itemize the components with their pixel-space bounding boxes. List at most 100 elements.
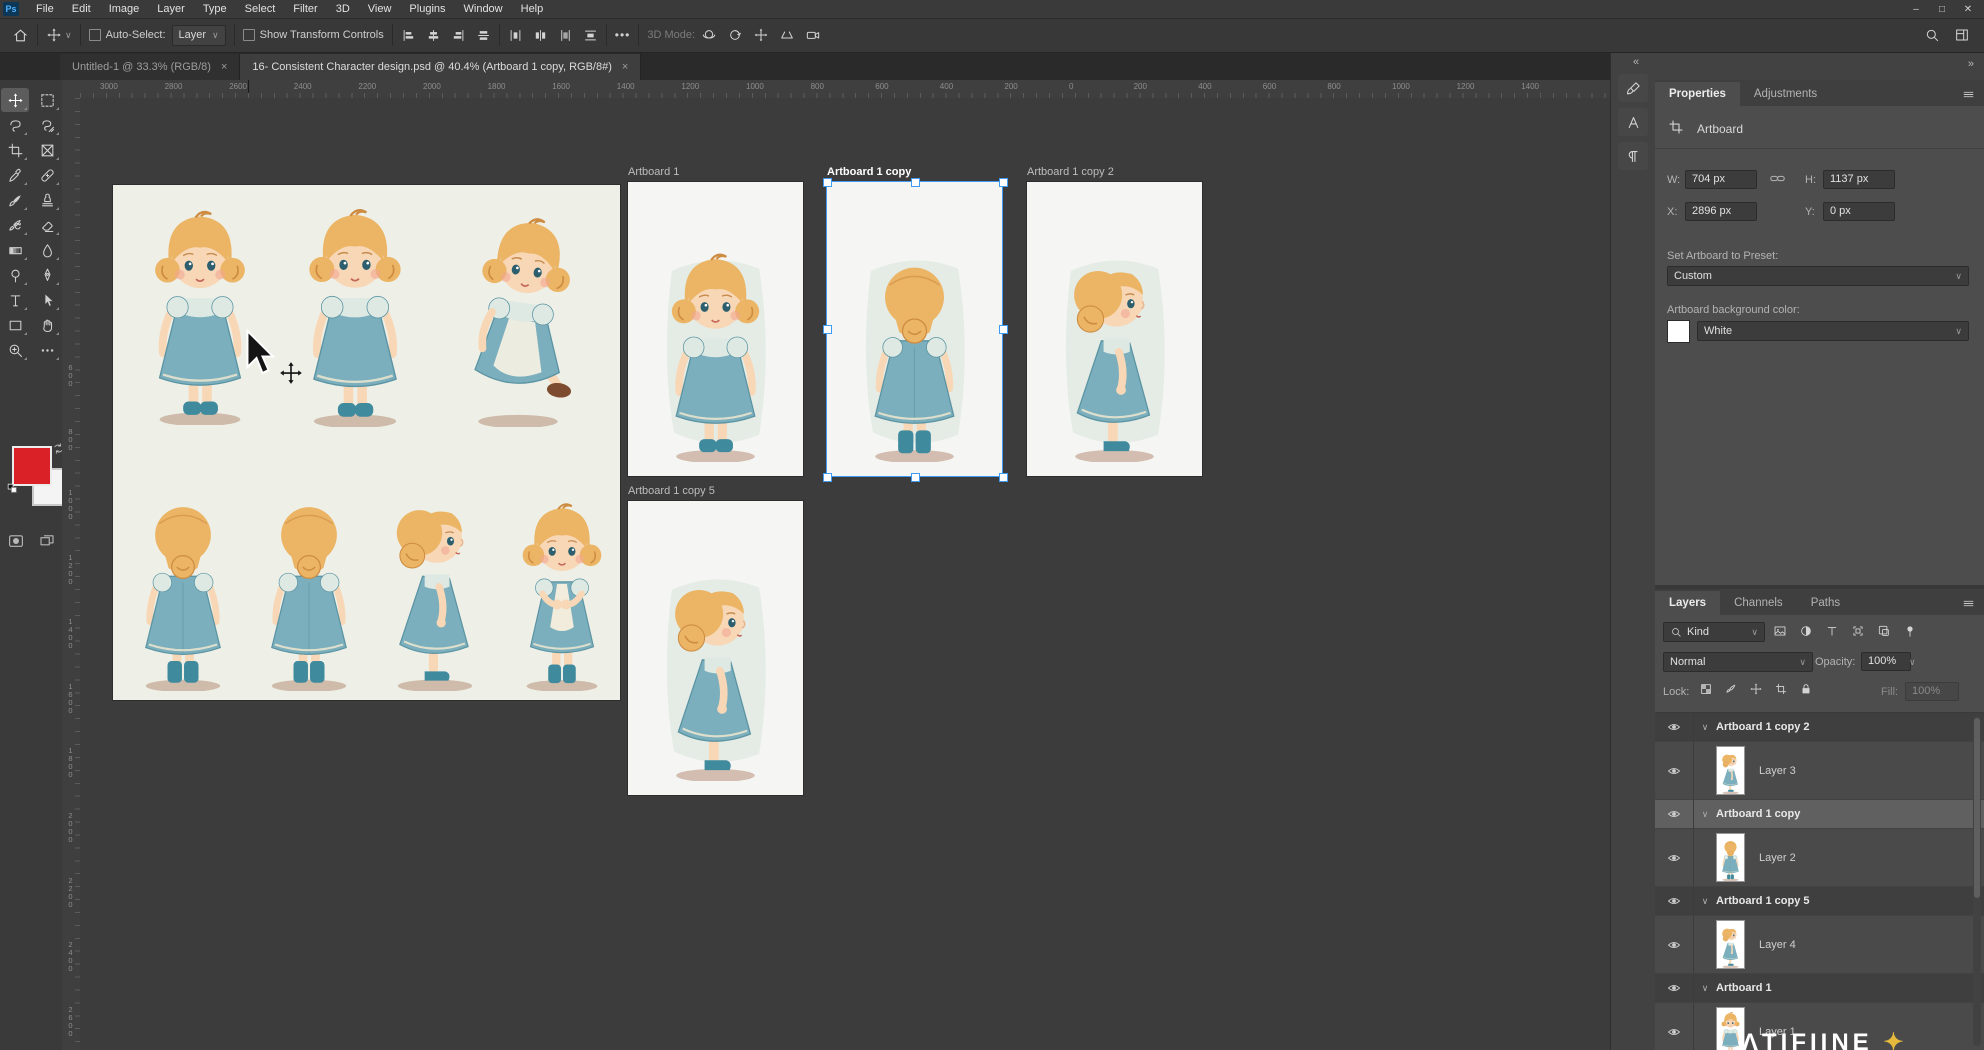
restore-button[interactable]: □ bbox=[1936, 4, 1948, 15]
selection-handle[interactable] bbox=[911, 178, 920, 187]
frame-tool[interactable] bbox=[33, 138, 61, 162]
tool-preset-chevron-icon[interactable]: ∨ bbox=[65, 30, 72, 41]
panel-menu-icon[interactable] bbox=[1961, 87, 1976, 102]
reference-board[interactable] bbox=[113, 185, 620, 700]
rectangle-tool[interactable] bbox=[1, 313, 29, 337]
brushes-panel-icon[interactable] bbox=[1618, 74, 1648, 102]
y-field[interactable]: 0 px bbox=[1823, 202, 1895, 221]
home-icon[interactable] bbox=[12, 27, 29, 44]
pen-tool[interactable] bbox=[33, 263, 61, 287]
canvas-pasteboard[interactable]: Artboard 1Artboard 1 copyArtboard 1 copy… bbox=[80, 98, 1610, 1050]
menu-file[interactable]: File bbox=[27, 0, 63, 18]
object-selection-tool[interactable] bbox=[33, 113, 61, 137]
visibility-toggle[interactable] bbox=[1655, 916, 1694, 973]
artboard-row[interactable]: ∨Artboard 1 copy bbox=[1655, 800, 1984, 829]
menu-type[interactable]: Type bbox=[194, 0, 236, 18]
lock-move-icon[interactable] bbox=[1749, 682, 1763, 696]
adjustment-layer-filter-icon[interactable] bbox=[1799, 624, 1813, 638]
lock-artboard-icon[interactable] bbox=[1774, 682, 1788, 696]
type-tool[interactable] bbox=[1, 288, 29, 312]
selection-handle[interactable] bbox=[823, 473, 832, 482]
align-horizontal-centers-icon[interactable] bbox=[426, 28, 441, 43]
artboard-label[interactable]: Artboard 1 bbox=[628, 166, 679, 178]
selection-handle[interactable] bbox=[823, 325, 832, 334]
tab-layers[interactable]: Layers bbox=[1655, 591, 1720, 615]
lock-all-icon[interactable] bbox=[1799, 682, 1813, 696]
camera-3d-icon[interactable] bbox=[805, 27, 821, 43]
lasso-tool[interactable] bbox=[1, 113, 29, 137]
blend-mode-dropdown[interactable]: Normal∨ bbox=[1663, 652, 1813, 672]
hand-tool[interactable] bbox=[33, 313, 61, 337]
preset-dropdown[interactable]: Custom∨ bbox=[1667, 266, 1969, 286]
lock-transparent-icon[interactable] bbox=[1699, 682, 1713, 696]
vertical-ruler[interactable]: 6008001000120014001600180020002200240026… bbox=[62, 98, 81, 1050]
document-tab-2[interactable]: 16- Consistent Character design.psd @ 40… bbox=[240, 54, 641, 80]
menu-select[interactable]: Select bbox=[236, 0, 285, 18]
close-button[interactable]: ✕ bbox=[1962, 4, 1974, 15]
visibility-toggle[interactable] bbox=[1655, 1003, 1694, 1050]
layer-row[interactable]: Layer 4 bbox=[1655, 916, 1984, 974]
auto-select-dropdown[interactable]: Layer ∨ bbox=[172, 25, 226, 46]
artboard-1[interactable] bbox=[628, 182, 803, 476]
artboard-row[interactable]: ∨Artboard 1 copy 5 bbox=[1655, 887, 1984, 916]
crop-tool[interactable] bbox=[1, 138, 29, 162]
artboard-label[interactable]: Artboard 1 copy 5 bbox=[628, 485, 715, 497]
paragraph-panel-icon[interactable] bbox=[1618, 142, 1648, 170]
layer-thumbnail[interactable] bbox=[1716, 746, 1745, 795]
tab-paths[interactable]: Paths bbox=[1797, 591, 1854, 615]
layer-filter-dropdown[interactable]: Kind∨ bbox=[1663, 622, 1765, 642]
screen-mode-icon[interactable] bbox=[38, 532, 56, 550]
more-options-button[interactable]: ••• bbox=[615, 28, 631, 42]
auto-select-checkbox[interactable]: Auto-Select: bbox=[89, 29, 166, 41]
menu-3d[interactable]: 3D bbox=[327, 0, 359, 18]
distribute-horizontal-centers-icon[interactable] bbox=[533, 28, 548, 43]
menu-image[interactable]: Image bbox=[100, 0, 149, 18]
brush-tool[interactable] bbox=[1, 188, 29, 212]
selection-handle[interactable] bbox=[999, 473, 1008, 482]
menu-view[interactable]: View bbox=[359, 0, 401, 18]
quick-mask-icon[interactable] bbox=[7, 532, 25, 550]
visibility-toggle[interactable] bbox=[1655, 887, 1694, 915]
artboard-bg-dropdown[interactable]: White∨ bbox=[1697, 321, 1969, 341]
layer-thumbnail[interactable] bbox=[1716, 833, 1745, 882]
lock-paint-icon[interactable] bbox=[1724, 682, 1738, 696]
show-transform-checkbox[interactable]: Show Transform Controls bbox=[243, 29, 384, 41]
history-brush-tool[interactable] bbox=[1, 213, 29, 237]
move-tool-icon[interactable] bbox=[46, 27, 62, 43]
x-field[interactable]: 2896 px bbox=[1685, 202, 1757, 221]
ruler-corner[interactable] bbox=[62, 80, 81, 99]
chevron-down-icon[interactable]: ∨ bbox=[1694, 896, 1716, 907]
visibility-toggle[interactable] bbox=[1655, 742, 1694, 799]
distribute-left-edges-icon[interactable] bbox=[508, 28, 523, 43]
eyedropper-tool[interactable] bbox=[1, 163, 29, 187]
gradient-tool[interactable] bbox=[1, 238, 29, 262]
layer-row[interactable]: Layer 3 bbox=[1655, 742, 1984, 800]
filter-pin-icon[interactable] bbox=[1903, 624, 1917, 638]
search-icon[interactable] bbox=[1924, 27, 1940, 43]
artboard-2[interactable] bbox=[827, 182, 1002, 476]
shape-layer-filter-icon[interactable] bbox=[1851, 624, 1865, 638]
layer-row[interactable]: Layer 2 bbox=[1655, 829, 1984, 887]
slide-3d-icon[interactable] bbox=[779, 27, 795, 43]
pan-3d-icon[interactable] bbox=[753, 27, 769, 43]
auto-select-checkbox-box[interactable] bbox=[89, 29, 101, 41]
chevron-down-icon[interactable]: ∨ bbox=[1694, 722, 1716, 733]
path-select-tool[interactable] bbox=[33, 288, 61, 312]
edit-toolbar[interactable] bbox=[33, 338, 61, 362]
horizontal-ruler[interactable]: 3000280026002400220020001800160014001200… bbox=[80, 80, 1610, 99]
tab-close-icon[interactable]: × bbox=[622, 61, 628, 73]
width-field[interactable]: 704 px bbox=[1685, 170, 1757, 189]
layers-menu-icon[interactable] bbox=[1961, 596, 1976, 611]
layer-thumbnail[interactable] bbox=[1716, 920, 1745, 969]
artboard-bg-swatch[interactable] bbox=[1667, 320, 1690, 343]
selection-handle[interactable] bbox=[999, 178, 1008, 187]
layer-thumbnail[interactable] bbox=[1716, 1007, 1745, 1050]
workspace-icon[interactable] bbox=[1954, 27, 1970, 43]
eraser-tool[interactable] bbox=[33, 213, 61, 237]
artboard-3[interactable] bbox=[1027, 182, 1202, 476]
distribute-right-edges-icon[interactable] bbox=[558, 28, 573, 43]
smart-object-filter-icon[interactable] bbox=[1877, 624, 1891, 638]
opacity-chevron-icon[interactable]: ∨ bbox=[1909, 657, 1916, 668]
minimize-button[interactable]: – bbox=[1910, 4, 1922, 15]
align-vertical-centers-icon[interactable] bbox=[476, 28, 491, 43]
